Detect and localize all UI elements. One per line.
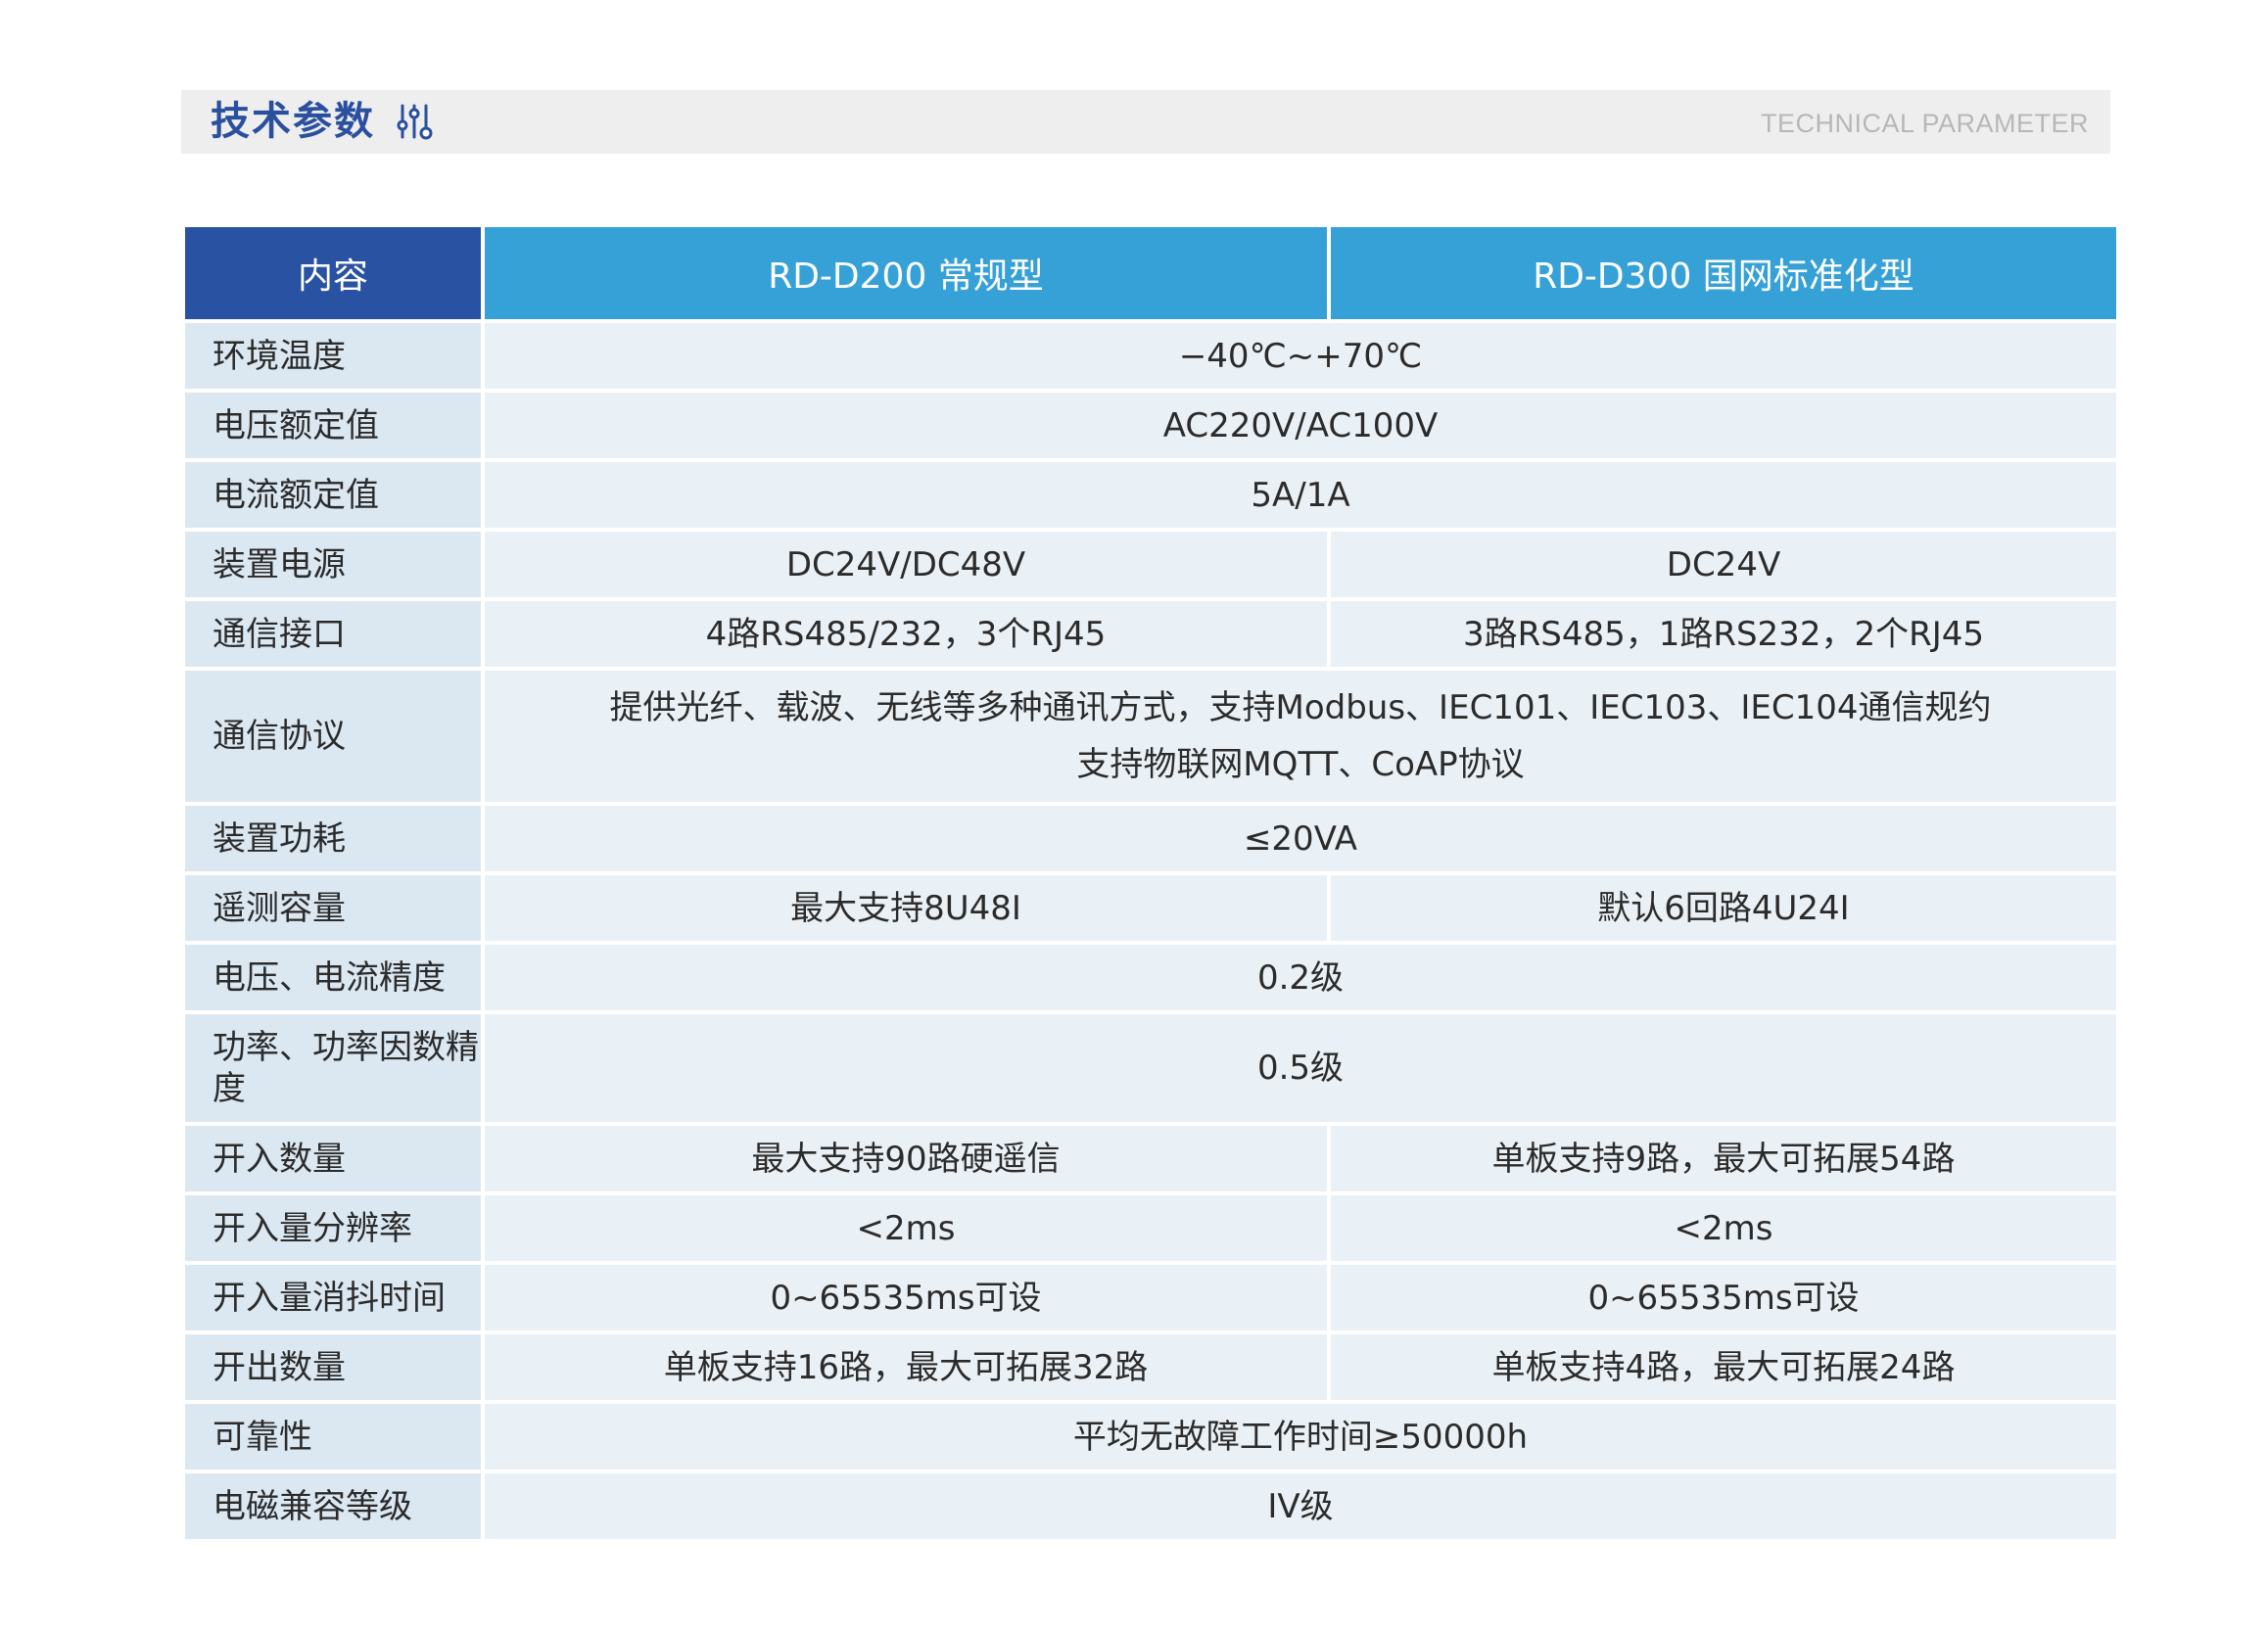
row-value: 5A/1A [481,458,2120,532]
table-row: 电压、电流精度 0.2级 [181,941,2120,1014]
table-row: 装置电源 DC24V/DC48V DC24V [181,528,2120,601]
row-label: 遥测容量 [181,871,485,945]
row-label: 开入量分辨率 [181,1191,485,1265]
section-title: 技术参数 [211,99,375,144]
row-value: ≤20VA [481,802,2120,875]
row-value-d300: <2ms [1327,1191,2120,1265]
table-row: 开入量消抖时间 0~65535ms可设 0~65535ms可设 [181,1261,2120,1334]
row-value: 提供光纤、载波、无线等多种通讯方式，支持Modbus、IEC101、IEC103… [481,667,2120,806]
table-row: 电流额定值 5A/1A [181,458,2120,532]
row-value-d300: 0~65535ms可设 [1327,1261,2120,1334]
row-value-line: 提供光纤、载波、无线等多种通讯方式，支持Modbus、IEC101、IEC103… [609,688,1992,727]
row-value-d300: 单板支持9路，最大可拓展54路 [1327,1122,2120,1195]
row-label: 可靠性 [181,1400,485,1473]
row-label: 开入量消抖时间 [181,1261,485,1334]
row-label: 电压、电流精度 [181,941,485,1014]
row-label: 开入数量 [181,1122,485,1195]
row-value-d300: 3路RS485，1路RS232，2个RJ45 [1327,597,2120,671]
table-row: 电磁兼容等级 IV级 [181,1470,2120,1543]
row-label: 通信协议 [181,667,485,806]
row-value-d300: 默认6回路4U24I [1327,871,2120,945]
table-row: 开入量分辨率 <2ms <2ms [181,1191,2120,1265]
row-label: 电流额定值 [181,458,485,532]
row-label: 装置功耗 [181,802,485,875]
row-value: IV级 [481,1470,2120,1543]
row-value-d300: DC24V [1327,528,2120,601]
section-header: 技术参数 TECHNICAL PARAMETER [181,90,2110,154]
row-label: 电磁兼容等级 [181,1470,485,1543]
column-header-content: 内容 [181,223,485,323]
table-row: 电压额定值 AC220V/AC100V [181,389,2120,462]
row-value: 0.2级 [481,941,2120,1014]
row-value-d200: 最大支持90路硬遥信 [481,1122,1331,1195]
row-value-d200: 最大支持8U48I [481,871,1331,945]
row-value-d200: <2ms [481,1191,1331,1265]
table-row: 环境温度 −40℃~+70℃ [181,319,2120,393]
row-value-d200: DC24V/DC48V [481,528,1331,601]
table-row: 开出数量 单板支持16路，最大可拓展32路 单板支持4路，最大可拓展24路 [181,1330,2120,1404]
table-row: 可靠性 平均无故障工作时间≥50000h [181,1400,2120,1473]
row-value-d200: 4路RS485/232，3个RJ45 [481,597,1331,671]
row-value-d300: 单板支持4路，最大可拓展24路 [1327,1330,2120,1404]
row-value: AC220V/AC100V [481,389,2120,462]
row-label: 电压额定值 [181,389,485,462]
table-row: 通信协议 提供光纤、载波、无线等多种通讯方式，支持Modbus、IEC101、I… [181,667,2120,806]
row-value: 平均无故障工作时间≥50000h [481,1400,2120,1473]
column-header-rd-d300: RD-D300 国网标准化型 [1327,223,2120,323]
sliders-icon [397,104,433,140]
row-label: 通信接口 [181,597,485,671]
technical-parameter-table: 内容 RD-D200 常规型 RD-D300 国网标准化型 环境温度 −40℃~… [181,223,2120,1543]
row-label: 功率、功率因数精度 [181,1010,485,1126]
table-row: 开入数量 最大支持90路硬遥信 单板支持9路，最大可拓展54路 [181,1122,2120,1195]
row-label: 开出数量 [181,1330,485,1404]
table-row: 装置功耗 ≤20VA [181,802,2120,875]
row-value: −40℃~+70℃ [481,319,2120,393]
table-row: 功率、功率因数精度 0.5级 [181,1010,2120,1126]
row-value-line: 支持物联网MQTT、CoAP协议 [1076,745,1525,784]
row-value-d200: 0~65535ms可设 [481,1261,1331,1334]
row-value: 0.5级 [481,1010,2120,1126]
column-header-rd-d200: RD-D200 常规型 [481,223,1331,323]
section-subtitle-en: TECHNICAL PARAMETER [1760,109,2089,138]
row-label: 装置电源 [181,528,485,601]
row-label: 环境温度 [181,319,485,393]
row-value-d200: 单板支持16路，最大可拓展32路 [481,1330,1331,1404]
table-row: 通信接口 4路RS485/232，3个RJ45 3路RS485，1路RS232，… [181,597,2120,671]
table-row: 遥测容量 最大支持8U48I 默认6回路4U24I [181,871,2120,945]
